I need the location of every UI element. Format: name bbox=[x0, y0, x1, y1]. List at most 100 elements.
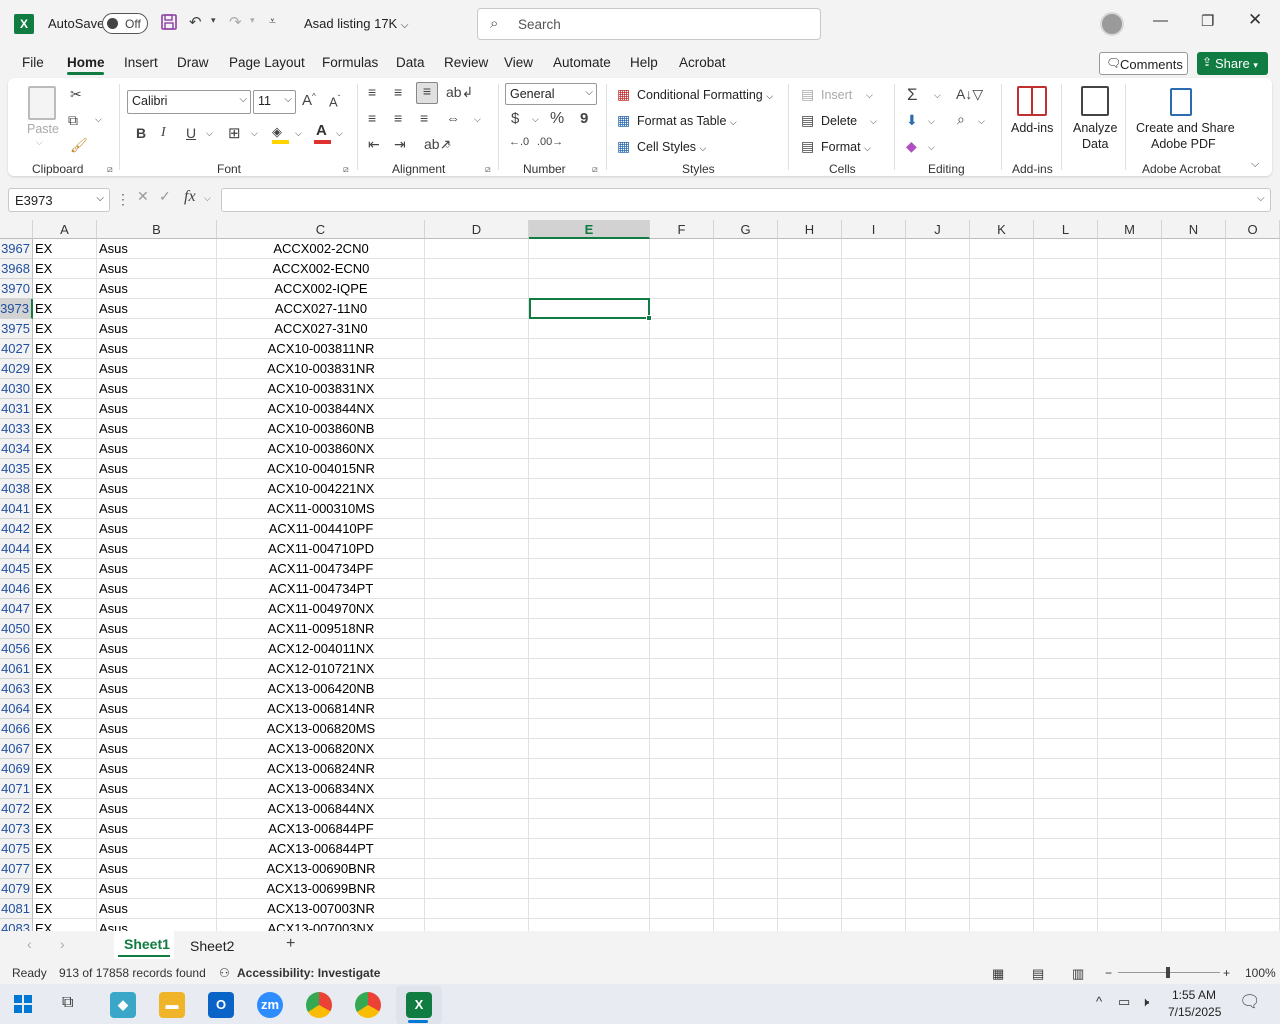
sheet-tab-sheet1[interactable]: Sheet1 bbox=[124, 936, 170, 952]
cell-b[interactable]: Asus bbox=[99, 299, 209, 319]
cell-a[interactable]: EX bbox=[35, 239, 95, 259]
align-center-icon[interactable]: ≡ bbox=[394, 110, 402, 126]
cell-b[interactable]: Asus bbox=[99, 379, 209, 399]
cell-c[interactable]: ACX10-004015NR bbox=[217, 459, 425, 479]
zoom-in-icon[interactable]: + bbox=[1223, 966, 1230, 980]
row-number[interactable]: 4066 bbox=[0, 719, 33, 739]
comments-button[interactable]: 🗨 Comments bbox=[1099, 52, 1188, 75]
cell-b[interactable]: Asus bbox=[99, 779, 209, 799]
cell-c[interactable]: ACX13-006844PF bbox=[217, 819, 425, 839]
cell-c[interactable]: ACX13-006820NX bbox=[217, 739, 425, 759]
cell-b[interactable]: Asus bbox=[99, 319, 209, 339]
cell-b[interactable]: Asus bbox=[99, 459, 209, 479]
zoom-out-icon[interactable]: − bbox=[1105, 966, 1112, 980]
cell-c[interactable]: ACCX002-2CN0 bbox=[217, 239, 425, 259]
redo-icon[interactable]: ↷ bbox=[229, 13, 242, 31]
cell-a[interactable]: EX bbox=[35, 639, 95, 659]
column-header-f[interactable]: F bbox=[650, 220, 714, 239]
cell-b[interactable]: Asus bbox=[99, 519, 209, 539]
search-box[interactable]: ⌕ Search bbox=[477, 8, 821, 40]
align-middle-icon[interactable]: ≡ bbox=[394, 84, 402, 100]
row-number[interactable]: 4067 bbox=[0, 739, 33, 759]
paste-icon[interactable] bbox=[28, 86, 56, 120]
cell-b[interactable]: Asus bbox=[99, 499, 209, 519]
row-number[interactable]: 4071 bbox=[0, 779, 33, 799]
cell-b[interactable]: Asus bbox=[99, 919, 209, 931]
cell-b[interactable]: Asus bbox=[99, 399, 209, 419]
row-number[interactable]: 4030 bbox=[0, 379, 33, 399]
cell-c[interactable]: ACX10-003831NX bbox=[217, 379, 425, 399]
row-number[interactable]: 4045 bbox=[0, 559, 33, 579]
column-header-l[interactable]: L bbox=[1034, 220, 1098, 239]
cell-c[interactable]: ACX10-003860NX bbox=[217, 439, 425, 459]
task-view-icon[interactable]: ⧉ bbox=[62, 994, 73, 1012]
cell-a[interactable]: EX bbox=[35, 399, 95, 419]
comma-style-icon[interactable]: 9 bbox=[580, 110, 588, 127]
cell-c[interactable]: ACX12-010721NX bbox=[217, 659, 425, 679]
column-header-e[interactable]: E bbox=[529, 220, 650, 239]
cell-b[interactable]: Asus bbox=[99, 279, 209, 299]
number-launcher-icon[interactable]: ⧄ bbox=[592, 164, 598, 175]
font-launcher-icon[interactable]: ⧄ bbox=[343, 164, 349, 175]
row-number[interactable]: 4061 bbox=[0, 659, 33, 679]
formula-input[interactable] bbox=[221, 188, 1271, 212]
cell-a[interactable]: EX bbox=[35, 899, 95, 919]
cell-c[interactable]: ACX10-003831NR bbox=[217, 359, 425, 379]
cell-c[interactable]: ACCX002-ECN0 bbox=[217, 259, 425, 279]
currency-dropdown-icon[interactable]: ⌵ bbox=[532, 114, 539, 125]
row-number[interactable]: 4063 bbox=[0, 679, 33, 699]
minimize-icon[interactable]: — bbox=[1153, 12, 1168, 29]
tab-formulas[interactable]: Formulas bbox=[322, 55, 378, 70]
row-number[interactable]: 4031 bbox=[0, 399, 33, 419]
cell-a[interactable]: EX bbox=[35, 619, 95, 639]
cell-c[interactable]: ACX10-003860NB bbox=[217, 419, 425, 439]
cell-c[interactable]: ACX11-004970NX bbox=[217, 599, 425, 619]
delete-dropdown-icon[interactable]: ⌵ bbox=[870, 116, 877, 127]
column-header-m[interactable]: M bbox=[1098, 220, 1162, 239]
borders-dropdown-icon[interactable]: ⌵ bbox=[251, 128, 258, 139]
cell-a[interactable]: EX bbox=[35, 779, 95, 799]
cell-a[interactable]: EX bbox=[35, 439, 95, 459]
chrome-icon[interactable] bbox=[306, 992, 332, 1018]
more-options-icon[interactable]: ⋮ bbox=[116, 191, 130, 208]
cell-c[interactable]: ACX13-006844PT bbox=[217, 839, 425, 859]
windows-start-icon[interactable] bbox=[14, 995, 32, 1013]
row-number[interactable]: 4069 bbox=[0, 759, 33, 779]
cell-b[interactable]: Asus bbox=[99, 899, 209, 919]
column-header-k[interactable]: K bbox=[970, 220, 1034, 239]
cell-b[interactable]: Asus bbox=[99, 799, 209, 819]
cell-c[interactable]: ACX13-00690BNR bbox=[217, 859, 425, 879]
autosum-icon[interactable]: Σ bbox=[907, 85, 918, 105]
clear-dropdown-icon[interactable]: ⌵ bbox=[928, 142, 935, 153]
cell-a[interactable]: EX bbox=[35, 299, 95, 319]
cell-b[interactable]: Asus bbox=[99, 879, 209, 899]
percent-icon[interactable]: % bbox=[550, 110, 564, 128]
tab-help[interactable]: Help bbox=[630, 55, 658, 70]
row-number[interactable]: 3970 bbox=[0, 279, 33, 299]
wrap-text-icon[interactable]: ab↲ bbox=[446, 84, 473, 101]
find-select-icon[interactable]: ⌕ bbox=[957, 111, 965, 128]
cell-b[interactable]: Asus bbox=[99, 819, 209, 839]
undo-icon[interactable]: ↶ bbox=[189, 13, 202, 31]
italic-button[interactable]: I bbox=[161, 125, 166, 141]
normal-view-icon[interactable]: ▦ bbox=[992, 966, 1004, 982]
cell-a[interactable]: EX bbox=[35, 539, 95, 559]
cell-b[interactable]: Asus bbox=[99, 239, 209, 259]
cell-c[interactable]: ACX13-006814NR bbox=[217, 699, 425, 719]
row-number[interactable]: 4046 bbox=[0, 579, 33, 599]
cell-b[interactable]: Asus bbox=[99, 259, 209, 279]
cell-b[interactable]: Asus bbox=[99, 419, 209, 439]
analyze-data-button[interactable]: Analyze bbox=[1073, 121, 1117, 135]
format-as-table-button[interactable]: Format as Table ⌵ bbox=[637, 114, 737, 128]
cell-b[interactable]: Asus bbox=[99, 579, 209, 599]
row-number[interactable]: 4050 bbox=[0, 619, 33, 639]
tab-view[interactable]: View bbox=[504, 55, 533, 70]
cell-a[interactable]: EX bbox=[35, 379, 95, 399]
cell-a[interactable]: EX bbox=[35, 359, 95, 379]
cell-b[interactable]: Asus bbox=[99, 359, 209, 379]
cell-c[interactable]: ACX13-007003NX bbox=[217, 919, 425, 931]
cancel-icon[interactable]: ✕ bbox=[137, 188, 149, 205]
customize-toolbar-icon[interactable]: ⩡ bbox=[269, 14, 276, 29]
account-avatar[interactable] bbox=[1100, 12, 1124, 36]
tab-draw[interactable]: Draw bbox=[177, 55, 209, 70]
